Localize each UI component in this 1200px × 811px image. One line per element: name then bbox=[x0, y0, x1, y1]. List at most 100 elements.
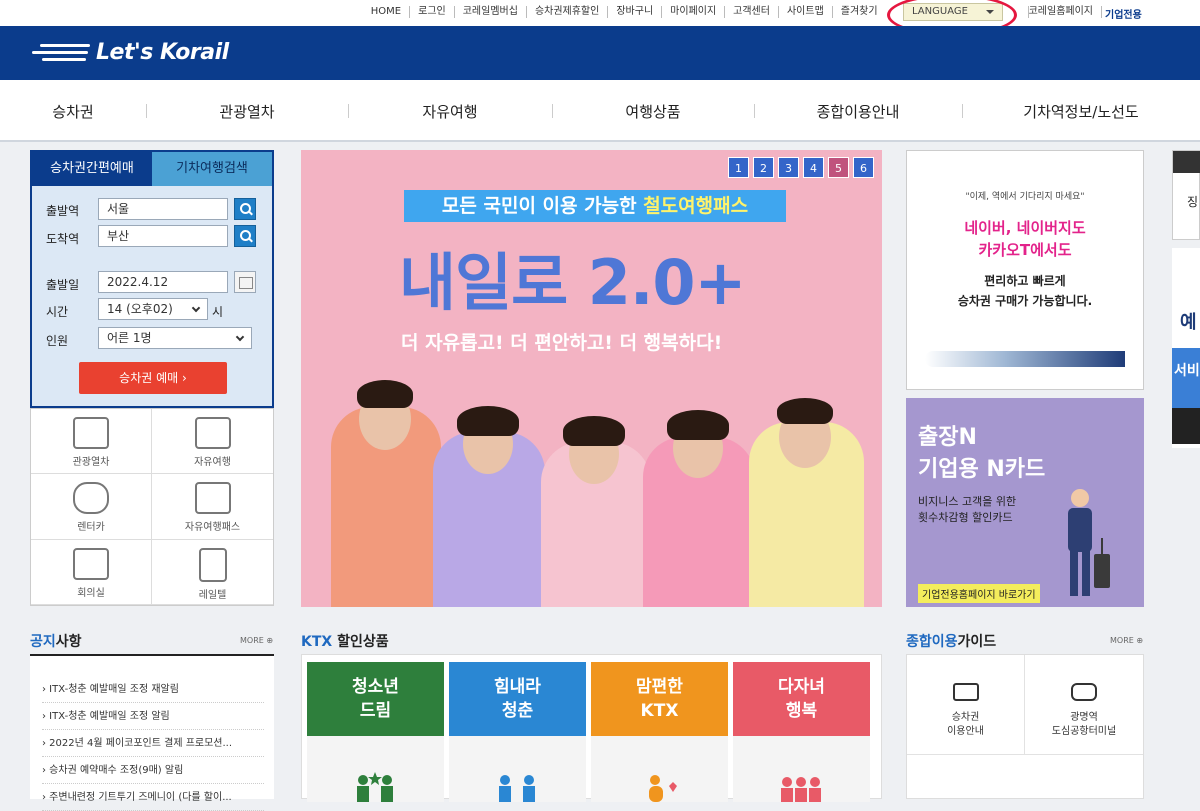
quick-free-travel[interactable]: 자유여행 bbox=[152, 409, 273, 475]
departure-label: 출발역 bbox=[46, 204, 80, 218]
arrival-input[interactable]: 부산 bbox=[98, 225, 228, 247]
ktx-train-illustration bbox=[925, 351, 1125, 367]
utility-links: HOME 로그인 코레일멤버십 승차권제휴할인 장바구니 마이페이지 고객센터 … bbox=[363, 6, 1148, 18]
link-cart[interactable]: 장바구니 bbox=[608, 6, 663, 18]
tab-train-search[interactable]: 기차여행검색 bbox=[152, 152, 272, 186]
banner-people-photo bbox=[321, 370, 866, 607]
card-cheer-youth[interactable]: 힘내라 청춘 bbox=[449, 662, 586, 802]
main-navigation: 승차권 관광열차 자유여행 여행상품 종합이용안내 기차역정보/노선도 bbox=[0, 80, 1200, 142]
banner-subtitle: 모든 국민이 이용 가능한 철도여행패스 bbox=[404, 190, 786, 222]
family-icon bbox=[781, 777, 821, 802]
departure-search-icon[interactable] bbox=[234, 198, 256, 220]
notice-item[interactable]: › 승차권 예약매수 조정(9매) 알림 bbox=[42, 757, 264, 784]
banner-pager: 1 2 3 4 5 6 bbox=[728, 157, 874, 178]
korail-logo[interactable]: Let's Korail bbox=[30, 40, 229, 65]
guide-ticket-usage[interactable]: 승차권 이용안내 bbox=[907, 655, 1025, 755]
logo-stripes-icon bbox=[30, 42, 92, 64]
ad-quote: "이제, 역에서 기다리지 마세요" bbox=[965, 192, 1085, 202]
quick-tour-train[interactable]: 관광열차 bbox=[31, 409, 152, 475]
card-youth-dream[interactable]: 청소년 드림 bbox=[307, 662, 444, 802]
notice-item[interactable]: › ITX-청춘 예발매일 조정 알림 bbox=[42, 703, 264, 730]
naver-kakao-ad[interactable]: "이제, 역에서 기다리지 마세요" 네이버, 네이버지도 카카오T에서도 편리… bbox=[906, 150, 1144, 390]
banner-page-6[interactable]: 6 bbox=[853, 157, 874, 178]
banner-page-2[interactable]: 2 bbox=[753, 157, 774, 178]
business-card-ad[interactable]: 출장N 기업용 N카드 비지니스 고객을 위한 횟수차감형 할인카드 기업전용홈… bbox=[906, 398, 1144, 607]
guide-title: 종합이용가이드 bbox=[906, 634, 997, 650]
ticket-icon bbox=[952, 683, 979, 701]
top-utility-bar: HOME 로그인 코레일멤버십 승차권제휴할인 장바구니 마이페이지 고객센터 … bbox=[0, 0, 1200, 26]
nav-guide[interactable]: 종합이용안내 bbox=[754, 101, 962, 122]
arrival-label: 도착역 bbox=[46, 232, 80, 246]
notice-item[interactable]: › 주변내련정 기트투기 즈메니이 (다를 할이... bbox=[42, 784, 264, 811]
card-comfort-ktx[interactable]: 맘편한 KTX bbox=[591, 662, 728, 802]
people-cheering-icon bbox=[357, 772, 393, 802]
people-label: 인원 bbox=[46, 334, 69, 348]
car-icon bbox=[73, 482, 109, 515]
link-partner-discount[interactable]: 승차권제휴할인 bbox=[527, 6, 609, 18]
arrival-search-icon[interactable] bbox=[234, 225, 256, 247]
people-value: 어른 1명 bbox=[107, 331, 152, 345]
chevron-down-icon bbox=[191, 303, 201, 313]
notice-item[interactable]: › ITX-청춘 예발매일 조정 재알림 bbox=[42, 676, 264, 703]
card-multi-child[interactable]: 다자녀 행복 bbox=[733, 662, 870, 802]
guide-more-link[interactable]: MORE ⊕ bbox=[1110, 636, 1143, 645]
link-login[interactable]: 로그인 bbox=[410, 6, 455, 18]
banner-title: 내일로 2.0+ bbox=[399, 246, 746, 319]
link-korail-home[interactable]: 코레일홈페이지 bbox=[1021, 6, 1102, 18]
ad-highlight: 네이버, 네이버지도 카카오T에서도 bbox=[964, 219, 1086, 259]
right-edge-widget[interactable]: 징 bbox=[1172, 150, 1200, 240]
reserve-ticket-button[interactable]: 승차권 예매 › bbox=[79, 362, 227, 394]
departure-input[interactable]: 서울 bbox=[98, 198, 228, 220]
notice-item[interactable]: › 2022년 4월 페이코포인트 결제 프로모션... bbox=[42, 730, 264, 757]
tab-quick-booking[interactable]: 승차권간편예매 bbox=[32, 152, 152, 186]
ktx-discount-cards: 청소년 드림 힘내라 청춘 맘편한 KTX 다자녀 행복 bbox=[301, 654, 882, 802]
notice-list: › ITX-청춘 예발매일 조정 재알림 › ITX-청춘 예발매일 조정 알림… bbox=[30, 654, 274, 811]
main-banner[interactable]: 1 2 3 4 5 6 모든 국민이 이용 가능한 철도여행패스 내일로 2.0… bbox=[301, 150, 882, 607]
chevron-down-icon bbox=[235, 332, 245, 342]
link-customer-center[interactable]: 고객센터 bbox=[725, 6, 779, 18]
banner-tagline: 더 자유롭고! 더 편안하고! 더 행복하다! bbox=[401, 332, 723, 354]
people-jumping-icon bbox=[499, 775, 535, 802]
nav-station-info[interactable]: 기차역정보/노선도 bbox=[962, 101, 1200, 122]
quick-travel-pass[interactable]: 자유여행패스 bbox=[152, 474, 273, 540]
pass-card-icon bbox=[194, 482, 231, 515]
hotel-building-icon bbox=[198, 547, 227, 582]
quick-rentacar[interactable]: 렌터카 bbox=[31, 474, 152, 540]
logo-text: Let's Korail bbox=[96, 40, 229, 65]
businessman-illustration bbox=[1068, 489, 1110, 596]
nav-travel-products[interactable]: 여행상품 bbox=[552, 101, 754, 122]
nav-ticket[interactable]: 승차권 bbox=[0, 101, 146, 122]
ad-body: 편리하고 빠르게 승차권 구매가 가능합니다. bbox=[957, 274, 1093, 308]
business-homepage-link[interactable]: 기업전용홈페이지 바로가기 bbox=[918, 584, 1040, 603]
right-edge-banner[interactable]: 예 서비 bbox=[1172, 248, 1200, 448]
date-label: 출발일 bbox=[46, 278, 80, 292]
quick-railtel[interactable]: 레일텔 bbox=[152, 540, 273, 605]
banner-page-1[interactable]: 1 bbox=[728, 157, 749, 178]
calendar-icon[interactable] bbox=[234, 271, 256, 293]
ad-card-subtitle: 비지니스 고객을 위한 횟수차감형 할인카드 bbox=[918, 495, 1017, 524]
usage-guide: 승차권 이용안내 광명역 도심공항터미널 bbox=[906, 654, 1144, 799]
guide-gwangmyeong-terminal[interactable]: 광명역 도심공항터미널 bbox=[1025, 655, 1143, 755]
time-select[interactable]: 14 (오후02) bbox=[98, 298, 208, 320]
time-label: 시간 bbox=[46, 305, 69, 319]
link-sitemap[interactable]: 사이트맵 bbox=[779, 6, 833, 18]
banner-page-4[interactable]: 4 bbox=[803, 157, 824, 178]
banner-page-5[interactable]: 5 bbox=[828, 157, 849, 178]
link-membership[interactable]: 코레일멤버십 bbox=[455, 6, 527, 18]
link-business[interactable]: 기업전용 bbox=[1105, 6, 1142, 21]
train-icon bbox=[73, 417, 109, 449]
people-select[interactable]: 어른 1명 bbox=[98, 327, 252, 349]
date-input[interactable]: 2022.4.12 bbox=[98, 271, 228, 293]
quick-booking-panel: 승차권간편예매 기차여행검색 출발역 서울 도착역 부산 출발일 2022.4.… bbox=[30, 150, 274, 408]
nav-free-travel[interactable]: 자유여행 bbox=[348, 101, 552, 122]
time-unit: 시 bbox=[212, 305, 224, 319]
banner-page-3[interactable]: 3 bbox=[778, 157, 799, 178]
ad-card-title: 출장N 기업용 N카드 bbox=[918, 425, 1046, 482]
notice-more-link[interactable]: MORE ⊕ bbox=[240, 636, 273, 645]
link-mypage[interactable]: 마이페이지 bbox=[662, 6, 726, 18]
link-home[interactable]: HOME bbox=[363, 6, 411, 18]
notice-title: 공지사항 bbox=[30, 634, 82, 650]
nav-tour-train[interactable]: 관광열차 bbox=[146, 101, 348, 122]
bus-icon bbox=[1071, 683, 1097, 701]
quick-meeting-room[interactable]: 회의실 bbox=[31, 539, 152, 605]
